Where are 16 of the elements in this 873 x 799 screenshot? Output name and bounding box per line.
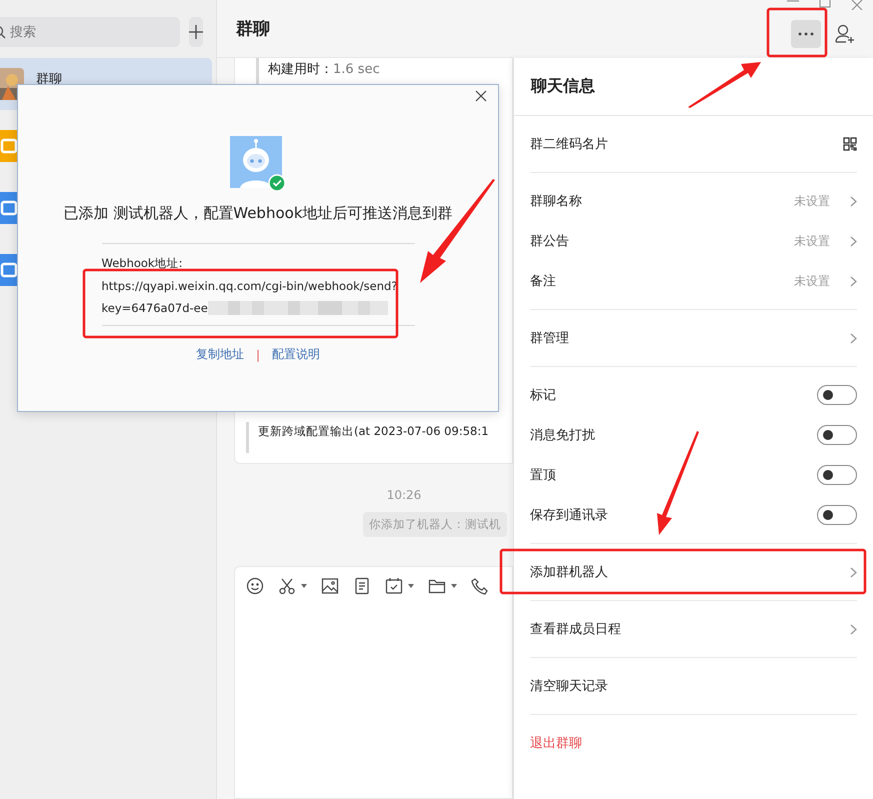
chat-name: 群聊 — [36, 71, 62, 88]
build-time-value: 1.6 sec — [333, 62, 380, 77]
build-time-label: 构建用时： — [268, 62, 333, 77]
system-message: 你添加了机器人：测试机 — [363, 512, 507, 537]
row-value: 未设置 — [794, 272, 830, 290]
webhook-key: key=6476a07d-ee — [102, 301, 208, 315]
chat-title: 群聊 — [236, 18, 270, 40]
webhook-label: Webhook地址: — [102, 256, 184, 271]
row-value: 未设置 — [794, 192, 830, 210]
webhook-url: https://qyapi.weixin.qq.com/cgi-bin/webhook/send? — [102, 279, 398, 293]
message-time: 10:26 — [386, 488, 422, 502]
panel-title: 聊天信息 — [531, 76, 595, 97]
row-value: 未设置 — [794, 232, 830, 250]
dialog-message: 已添加 测试机器人，配置Webhook地址后可推送消息到群 — [63, 204, 453, 223]
message-text: 更新跨域配置输出(at 2023-07-06 09:58:1 — [258, 424, 489, 438]
link-separator: | — [256, 348, 260, 362]
